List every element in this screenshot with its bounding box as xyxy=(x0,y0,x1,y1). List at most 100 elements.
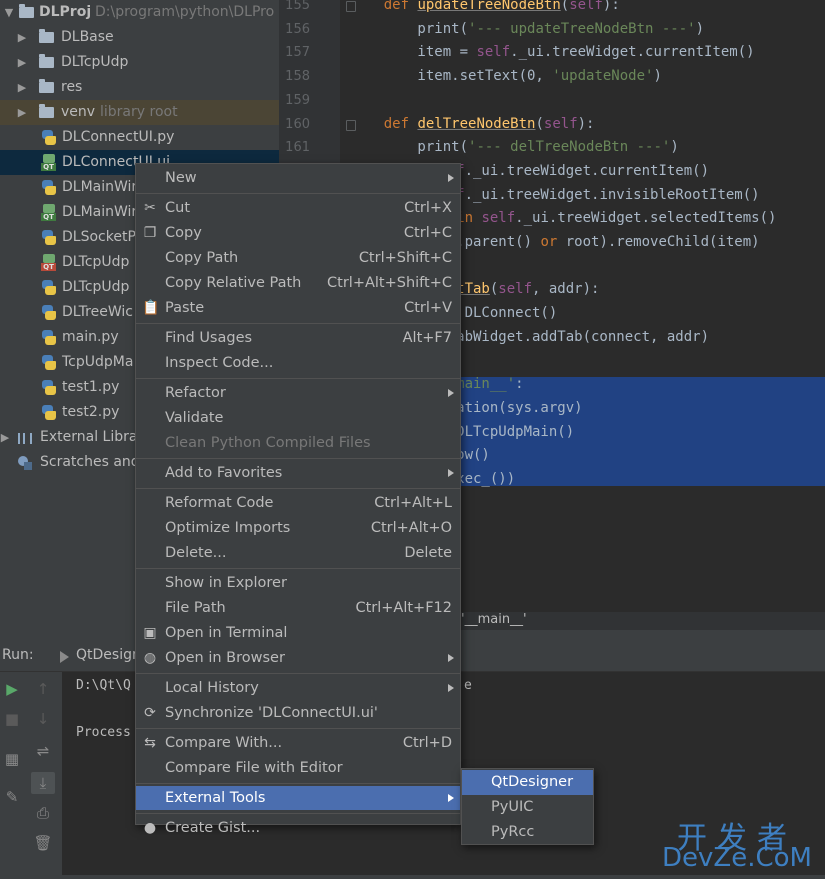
soft-wrap-icon[interactable]: ⇌ xyxy=(31,740,55,762)
menu-item-label: Copy xyxy=(165,225,202,241)
code-line[interactable]: print('--- updateTreeNodeBtn ---') xyxy=(350,18,825,42)
fold-marker-icon[interactable] xyxy=(346,1,356,12)
menu-item-new[interactable]: New xyxy=(136,166,460,190)
scroll-to-end-icon[interactable]: ⤓ xyxy=(31,772,55,794)
menu-separator xyxy=(136,673,460,674)
menu-item-local-history[interactable]: Local History xyxy=(136,676,460,700)
scroll-up-icon[interactable]: ↑ xyxy=(31,678,55,700)
tree-item[interactable]: ▶ venv library root xyxy=(0,100,279,125)
tree-root[interactable]: ▼ DLProj D:\program\python\DLPro xyxy=(0,0,279,25)
submenu-item-qtdesigner[interactable]: QtDesigner xyxy=(462,770,593,795)
menu-separator xyxy=(136,568,460,569)
breadcrumb-item[interactable]: '__main__' xyxy=(461,605,527,630)
menu-item-label: Delete... xyxy=(165,545,227,561)
menu-item-show-in-explorer[interactable]: Show in Explorer xyxy=(136,571,460,595)
menu-item-label: Add to Favorites xyxy=(165,465,283,481)
code-line[interactable]: _ui.tabWidget.addTab(connect, addr) xyxy=(414,326,825,350)
scroll-down-icon[interactable]: ↓ xyxy=(31,708,55,730)
menu-item-external-tools[interactable]: External Tools xyxy=(136,786,460,810)
menu-item-open-in-terminal[interactable]: ▣ Open in Terminal xyxy=(136,621,460,645)
code-line[interactable] xyxy=(414,255,825,279)
pin-icon[interactable]: ✎ xyxy=(0,786,24,808)
menu-item-label: Copy Path xyxy=(165,250,239,266)
code-line[interactable]: onnectTab(self, addr): xyxy=(414,278,825,302)
fold-marker-icon[interactable] xyxy=(346,119,356,131)
menu-item-inspect-code[interactable]: Inspect Code... xyxy=(136,351,460,375)
code-line[interactable]: def delTreeNodeBtn(self): xyxy=(350,113,825,137)
menu-item-label: Show in Explorer xyxy=(165,575,287,591)
menu-item-copy[interactable]: ❐ Copy Ctrl+C xyxy=(136,221,460,245)
menu-item-synchronize-dlconnectui-ui[interactable]: ⟳ Synchronize 'DLConnectUI.ui' xyxy=(136,701,460,725)
code-text: def updateTreeNodeBtn(self): xyxy=(383,0,620,13)
menu-item-compare-file-with-editor[interactable]: Compare File with Editor xyxy=(136,756,460,780)
line-number: 158 xyxy=(285,69,310,85)
menu-item-add-to-favorites[interactable]: Add to Favorites xyxy=(136,461,460,485)
watermark-text: DevZe.CoM xyxy=(662,843,812,873)
menu-item-file-path[interactable]: File Path Ctrl+Alt+F12 xyxy=(136,596,460,620)
menu-item-paste[interactable]: 📋 Paste Ctrl+V xyxy=(136,296,460,320)
tree-item[interactable]: ▶ DLTcpUdp xyxy=(0,50,279,75)
code-line[interactable]: def updateTreeNodeBtn(self): xyxy=(350,0,825,18)
code-line[interactable]: ect = DLConnect() xyxy=(414,302,825,326)
code-line[interactable]: ow.show() xyxy=(414,444,825,468)
menu-item-delete[interactable]: Delete... Delete xyxy=(136,541,460,565)
code-line[interactable]: pplication(sys.argv) xyxy=(414,397,825,421)
menu-item-find-usages[interactable]: Find Usages Alt+F7 xyxy=(136,326,460,350)
code-line[interactable]: ow = DLTcpUdpMain() xyxy=(414,421,825,445)
code-line[interactable]: item.setText(0, 'updateNode') xyxy=(350,65,825,89)
code-line[interactable]: print('--- delTreeNodeBtn ---') xyxy=(350,136,825,160)
code-line[interactable]: app.exec_()) xyxy=(414,468,825,492)
menu-item-shortcut: Ctrl+Shift+C xyxy=(358,250,452,266)
python-file-icon xyxy=(41,180,56,195)
tree-item-label: DLTcpUdp xyxy=(62,254,130,270)
menu-item-cut[interactable]: ✂ Cut Ctrl+X xyxy=(136,196,460,220)
layout-icon[interactable]: ▦ xyxy=(0,748,24,770)
code-line[interactable]: = '__main__': xyxy=(414,373,825,397)
menu-item-copy-relative-path[interactable]: Copy Relative Path Ctrl+Alt+Shift+C xyxy=(136,271,460,295)
submenu-item-pyrcc[interactable]: PyRcc xyxy=(462,820,593,845)
chevron-right-icon[interactable]: ▶ xyxy=(17,75,27,100)
submenu-item-pyuic[interactable]: PyUIC xyxy=(462,795,593,820)
submenu-arrow-icon xyxy=(448,794,454,802)
python-file-icon xyxy=(41,380,56,395)
chevron-right-icon[interactable]: ▶ xyxy=(0,425,10,450)
tree-item[interactable]: ▶ res xyxy=(0,75,279,100)
code-line[interactable]: item = self._ui.treeWidget.currentItem() xyxy=(350,41,825,65)
code-line[interactable]: = self._ui.treeWidget.invisibleRootItem(… xyxy=(414,184,825,208)
chevron-right-icon[interactable]: ▶ xyxy=(17,100,27,125)
menu-item-copy-path[interactable]: Copy Path Ctrl+Shift+C xyxy=(136,246,460,270)
menu-item-create-gist[interactable]: ● Create Gist... xyxy=(136,816,460,840)
submenu-arrow-icon xyxy=(448,684,454,692)
code-line[interactable]: (item.parent() or root).removeChild(item… xyxy=(414,231,825,255)
menu-separator xyxy=(136,783,460,784)
python-file-icon xyxy=(41,405,56,420)
code-line[interactable] xyxy=(350,89,825,113)
menu-separator xyxy=(136,193,460,194)
chevron-right-icon[interactable]: ▶ xyxy=(17,25,27,50)
tree-item-label: DLTcpUdp xyxy=(61,54,129,70)
tree-item[interactable]: ▶ DLBase xyxy=(0,25,279,50)
rerun-icon[interactable]: ▶ xyxy=(0,678,24,700)
menu-item-reformat-code[interactable]: Reformat Code Ctrl+Alt+L xyxy=(136,491,460,515)
chevron-right-icon[interactable]: ▶ xyxy=(17,50,27,75)
tree-item-label: DLTreeWic xyxy=(62,304,133,320)
code-line[interactable] xyxy=(414,350,825,374)
trash-icon[interactable]: 🗑 xyxy=(31,832,55,854)
chevron-down-icon[interactable]: ▼ xyxy=(4,0,14,25)
menu-item-open-in-browser[interactable]: ◍ Open in Browser xyxy=(136,646,460,670)
tree-item[interactable]: DLConnectUI.py xyxy=(0,125,279,150)
code-line[interactable]: = self._ui.treeWidget.currentItem() xyxy=(414,160,825,184)
code-line[interactable]: item in self._ui.treeWidget.selectedItem… xyxy=(414,207,825,231)
menu-separator xyxy=(136,323,460,324)
qt-ui-file-icon: QT xyxy=(41,254,57,271)
print-icon[interactable]: ⎙ xyxy=(31,802,55,824)
menu-item-refactor[interactable]: Refactor xyxy=(136,381,460,405)
menu-item-optimize-imports[interactable]: Optimize Imports Ctrl+Alt+O xyxy=(136,516,460,540)
menu-item-compare-with[interactable]: ⇆ Compare With... Ctrl+D xyxy=(136,731,460,755)
stop-icon[interactable]: ■ xyxy=(0,708,24,730)
folder-icon xyxy=(39,54,54,68)
menu-item-shortcut: Ctrl+D xyxy=(402,735,452,751)
menu-item-validate[interactable]: Validate xyxy=(136,406,460,430)
menu-item-shortcut: Ctrl+Alt+F12 xyxy=(355,600,452,616)
console-line: Process xyxy=(76,725,131,740)
